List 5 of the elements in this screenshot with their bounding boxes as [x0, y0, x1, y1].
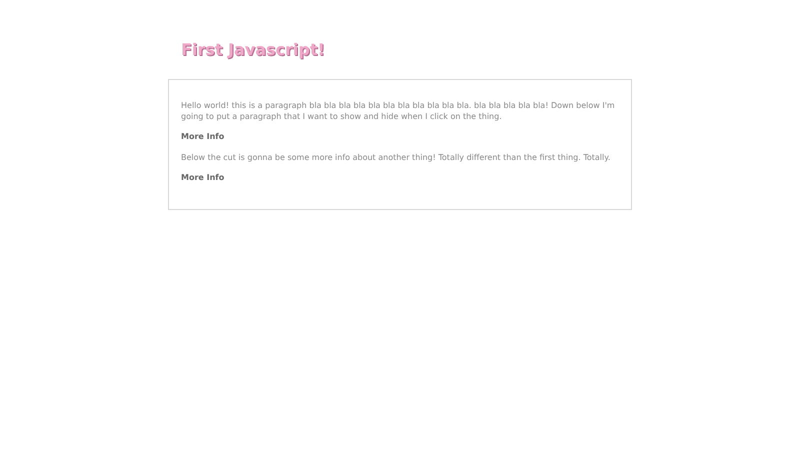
more-info-link[interactable]: More Info	[181, 172, 224, 184]
paragraph: Below the cut is gonna be some more info about another thing! Totally different than the first thing. Totally.	[181, 152, 612, 163]
more-info-link[interactable]: More Info	[181, 131, 224, 143]
paragraph: Hello world! this is a paragraph bla bla bla bla bla bla bla bla bla bla bla. bla bla bla bla bla! Down below I'm going to put a paragraph that I want to show and hide when I click on the thing.	[181, 100, 616, 122]
page-title: First Javascript!	[181, 39, 325, 61]
